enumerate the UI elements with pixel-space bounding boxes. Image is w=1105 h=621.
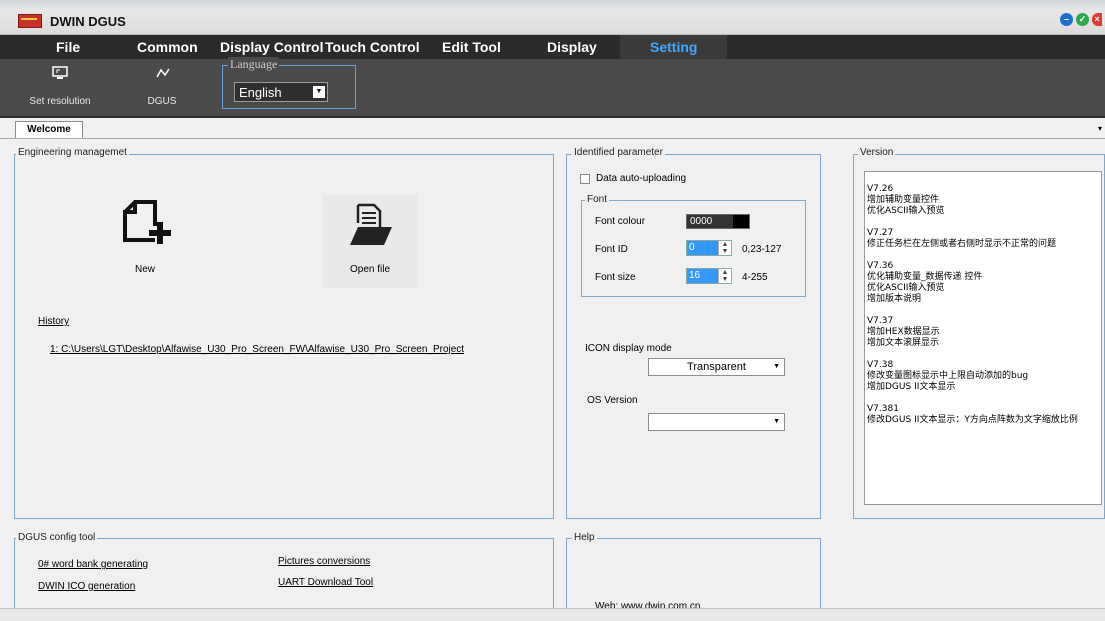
spinner-arrows-icon[interactable]: ▲ ▼ [718, 241, 731, 255]
version-legend: Version [858, 147, 896, 158]
version-note-line: V7.26 [867, 184, 894, 194]
font-size-spinner[interactable]: 16 ▲ ▼ [686, 268, 732, 284]
dgus-label: DGUS [147, 96, 177, 107]
minimize-button[interactable]: – [1060, 13, 1073, 26]
menu-file[interactable]: File [56, 35, 80, 59]
font-size-label: Font size [595, 272, 636, 283]
language-legend: Language [228, 57, 280, 72]
new-file-icon [121, 198, 173, 253]
engineering-group [14, 154, 554, 519]
version-note-line: 修改变量图标显示中上限自动添加的bug [867, 371, 1029, 381]
tab-row [0, 118, 1105, 139]
tab-welcome[interactable]: Welcome [15, 121, 83, 138]
font-colour-value: 0000 [687, 215, 733, 228]
tab-scroll-icon[interactable]: ▾ [1098, 124, 1102, 133]
set-resolution-button[interactable]: Set resolution [20, 66, 100, 110]
maximize-button[interactable]: ✓ [1076, 13, 1089, 26]
close-button[interactable]: × [1092, 13, 1102, 26]
history-item-1[interactable]: 1: C:\Users\LGT\Desktop\Alfawise_U30_Pro… [50, 344, 464, 355]
language-value: English [239, 85, 282, 100]
ico-generation-link[interactable]: DWIN ICO generation [38, 581, 135, 592]
chevron-down-icon: ▼ [773, 363, 780, 370]
new-project-button[interactable]: New [100, 190, 190, 285]
version-note-line: V7.38 [867, 360, 894, 370]
chevron-down-icon: ▼ [773, 418, 780, 425]
version-note-line [867, 349, 1078, 360]
chevron-down-icon: ▼ [313, 86, 325, 98]
menu-display-control[interactable]: Display Control [220, 35, 323, 59]
version-note-line: V7.36 [867, 261, 894, 271]
icon-mode-select[interactable]: Transparent ▼ [648, 358, 785, 376]
version-note-line [867, 305, 1078, 316]
monitor-icon [52, 66, 68, 83]
engineering-legend: Engineering managemet [16, 147, 129, 158]
word-bank-link[interactable]: 0# word bank generating [38, 559, 148, 570]
version-note-line: 增加辅助变量控件 [867, 195, 940, 205]
version-notes-textarea[interactable]: V7.26 增加辅助变量控件 优化ASCII输入预览 V7.27 修正任务栏在左侧或者… [864, 171, 1102, 505]
menu-setting[interactable]: Setting [620, 35, 728, 59]
language-select[interactable]: English ▼ [234, 82, 328, 102]
version-note-line: V7.37 [867, 316, 894, 326]
menu-common[interactable]: Common [137, 35, 198, 59]
dgus-button[interactable]: DGUS [140, 66, 184, 110]
os-version-select[interactable]: ▼ [648, 413, 785, 431]
pictures-conversions-link[interactable]: Pictures conversions [278, 556, 370, 567]
version-notes: V7.26 增加辅助变量控件 优化ASCII输入预览 V7.27 修正任务栏在左侧或者… [867, 184, 1078, 426]
version-note-line: 修改DGUS II文本显示：Y方向点阵数为文字缩放比例 [867, 415, 1078, 425]
font-id-value: 0 [687, 241, 719, 255]
identified-parameter-legend: Identified parameter [572, 147, 665, 158]
version-note-line [867, 217, 1078, 228]
version-note-line [867, 250, 1078, 261]
font-id-label: Font ID [595, 244, 628, 255]
menu-touch-control[interactable]: Touch Control [325, 35, 420, 59]
version-note-line: 增加HEX数据显示 [867, 327, 940, 337]
spinner-arrows-icon[interactable]: ▲ ▼ [718, 269, 731, 283]
icon-mode-value: Transparent [687, 361, 746, 373]
dwin-logo-icon [18, 14, 42, 28]
font-colour-swatch [733, 215, 749, 228]
version-note-line [867, 393, 1078, 404]
config-tool-legend: DGUS config tool [16, 532, 98, 543]
window-title: DWIN DGUS [50, 14, 126, 29]
version-note-line: 增加文本滚屏显示 [867, 338, 940, 348]
version-note-line: 优化辅助变量_数据传递 控件 [867, 272, 983, 282]
menu-edit-tool[interactable]: Edit Tool [442, 35, 501, 59]
version-note-line: V7.381 [867, 404, 899, 414]
auto-upload-label: Data auto-uploading [596, 173, 687, 184]
version-note-line: V7.27 [867, 228, 894, 238]
auto-upload-checkbox[interactable] [580, 174, 590, 184]
font-colour-field[interactable]: 0000 [686, 214, 750, 229]
open-file-label: Open file [349, 264, 391, 275]
help-legend: Help [572, 532, 597, 543]
dgus-wave-icon [155, 66, 171, 83]
open-file-button[interactable]: Open file [323, 195, 417, 288]
history-link[interactable]: History [38, 316, 69, 327]
version-note-line: 优化ASCII输入预览 [867, 206, 945, 216]
open-folder-icon [348, 203, 394, 250]
new-label: New [134, 264, 155, 275]
font-size-value: 16 [687, 269, 719, 283]
uart-download-link[interactable]: UART Download Tool [278, 577, 373, 588]
version-note-line: 修正任务栏在左侧或者右侧时显示不正常的问题 [867, 239, 1057, 249]
icon-mode-label: ICON display mode [585, 343, 672, 354]
font-id-spinner[interactable]: 0 ▲ ▼ [686, 240, 732, 256]
version-note-line: 增加版本说明 [867, 294, 922, 304]
font-legend: Font [585, 194, 610, 205]
font-id-range: 0,23-127 [742, 244, 782, 255]
font-colour-label: Font colour [595, 216, 646, 227]
horizontal-scrollbar[interactable] [0, 608, 1105, 621]
set-resolution-label: Set resolution [29, 96, 91, 107]
menu-display[interactable]: Display [547, 35, 597, 59]
font-size-range: 4-255 [742, 272, 768, 283]
version-note-line: 优化ASCII输入预览 [867, 283, 945, 293]
version-note-line: 增加DGUS II文本显示 [867, 382, 956, 392]
title-bar-top-strip [0, 0, 1105, 10]
os-version-label: OS Version [587, 395, 638, 406]
